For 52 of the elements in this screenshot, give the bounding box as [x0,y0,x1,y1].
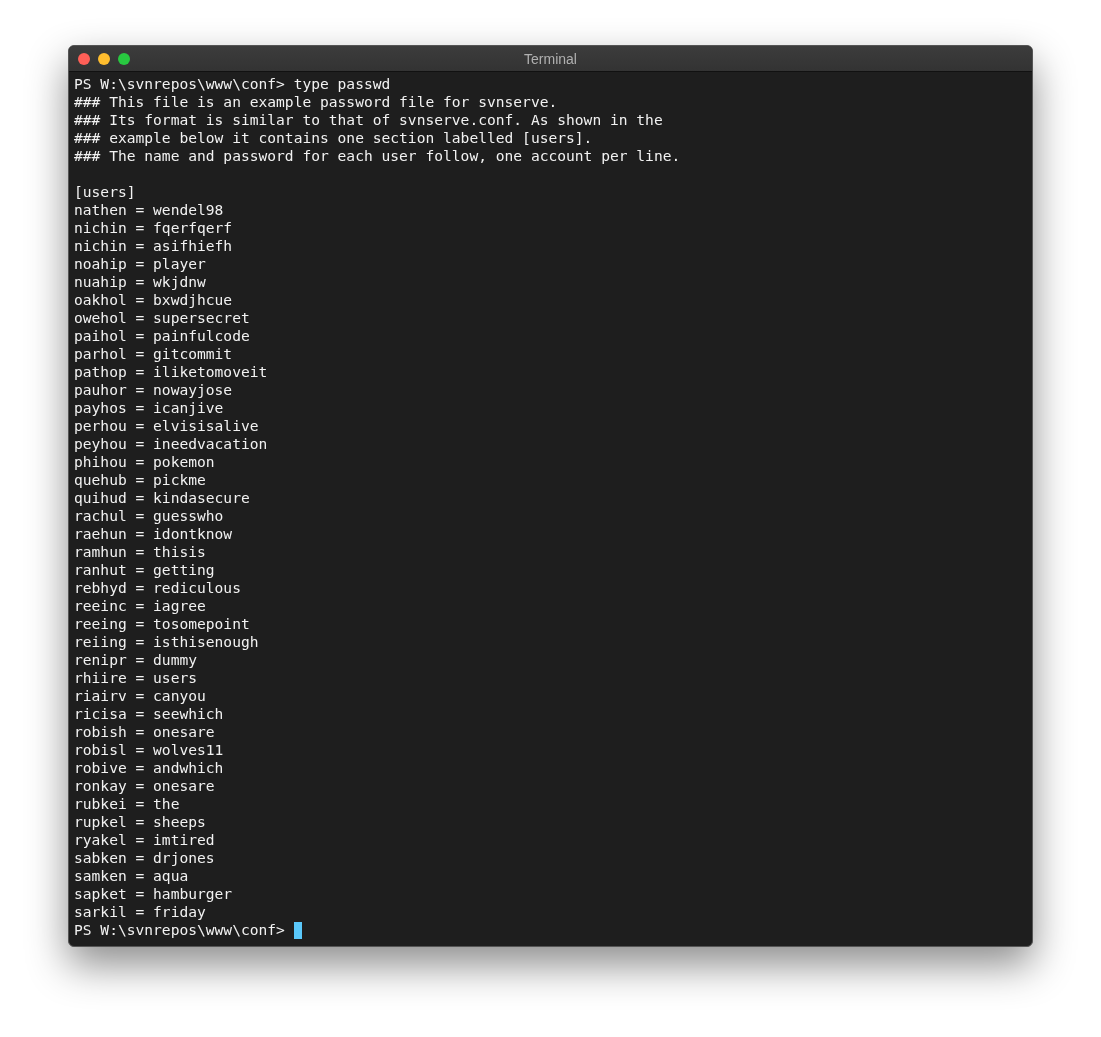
user-entry: sapket = hamburger [74,885,233,903]
user-entry: oakhol = bxwdjhcue [74,291,233,309]
user-entry: riairv = canyou [74,687,206,705]
user-entry: noahip = player [74,255,206,273]
user-entry: rubkei = the [74,795,180,813]
user-entry: nichin = fqerfqerf [74,219,233,237]
user-entry: rhiire = users [74,669,197,687]
user-entry: pathop = iliketomoveit [74,363,268,381]
user-entry: raehun = idontknow [74,525,233,543]
text-cursor [293,921,302,939]
user-entry: ryakel = imtired [74,831,215,849]
comment-line: ### The name and password for each user follow, one account per line. [74,147,681,165]
close-button[interactable] [78,52,90,65]
user-entry: nathen = wendel98 [74,201,224,219]
user-entry: sarkil = friday [74,903,206,921]
user-entry: rebhyd = rediculous [74,579,241,597]
user-entry: sabken = drjones [74,849,215,867]
user-entry: ramhun = thisis [74,543,206,561]
window-title: Terminal [524,50,577,67]
prompt: PS W:\svnrepos\www\conf> [74,921,285,939]
user-entry: pauhor = nowayjose [74,381,233,399]
user-entry: perhou = elvisisalive [74,417,259,435]
user-entry: robish = onesare [74,723,215,741]
user-entry: rupkel = sheeps [74,813,206,831]
minimize-button[interactable] [98,52,110,65]
user-entry: quihud = kindasecure [74,489,250,507]
user-entry: parhol = gitcommit [74,345,233,363]
user-entry: reeinc = iagree [74,597,206,615]
user-entry: paihol = painfulcode [74,327,250,345]
section-header: [users] [74,183,136,201]
comment-line: ### Its format is similar to that of svnserve.conf. As shown in the [74,111,663,129]
user-entry: ricisa = seewhich [74,705,224,723]
user-entry: quehub = pickme [74,471,206,489]
comment-line: ### example below it contains one section labelled [users]. [74,129,593,147]
user-entry: ronkay = onesare [74,777,215,795]
user-entry: robisl = wolves11 [74,741,224,759]
user-entry: renipr = dummy [74,651,197,669]
user-entry: nichin = asifhiefh [74,237,233,255]
user-entry: owehol = supersecret [74,309,250,327]
user-entry: payhos = icanjive [74,399,224,417]
user-entry: nuahip = wkjdnw [74,273,206,291]
user-entry: peyhou = ineedvacation [74,435,268,453]
user-entry: ranhut = getting [74,561,215,579]
comment-line: ### This file is an example password file for svnserve. [74,93,558,111]
user-entry: reiing = isthisenough [74,633,259,651]
user-entry: reeing = tosomepoint [74,615,250,633]
command-line: PS W:\svnrepos\www\conf> type passwd [74,75,391,93]
user-entry: phihou = pokemon [74,453,215,471]
user-entry: samken = aqua [74,867,189,885]
user-entry: rachul = guesswho [74,507,224,525]
user-entry: robive = andwhich [74,759,224,777]
maximize-button[interactable] [118,52,130,65]
